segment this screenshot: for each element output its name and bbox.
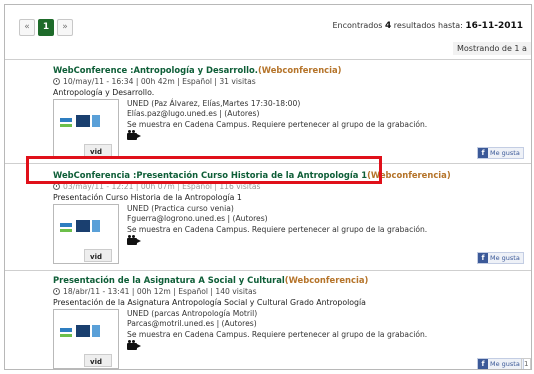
- clock-icon: [53, 288, 60, 295]
- like-count: 1: [521, 358, 531, 369]
- result-email[interactable]: Elías.paz@lugo.uned.es | (Autores): [127, 109, 427, 119]
- clock-icon: [53, 78, 60, 85]
- result-visibility: Se muestra en Cadena Campus. Requiere pe…: [127, 119, 428, 129]
- thumb-caption: vid: [90, 358, 102, 366]
- result-item: Presentación de la Asignatura A Social y…: [53, 275, 523, 369]
- result-item: WebConferencia :Presentación Curso Histo…: [53, 170, 523, 264]
- thumb-graphic: [76, 220, 90, 232]
- result-visibility: Se muestra en Cadena Campus. Requiere pe…: [127, 329, 428, 339]
- video-thumbnail[interactable]: vid: [53, 309, 119, 369]
- thumb-graphic: [92, 115, 100, 127]
- result-title[interactable]: WebConference :Antropología y Desarrollo…: [53, 65, 523, 75]
- thumb-graphic: [60, 118, 72, 122]
- result-owner: UNED (Practica curso venia): [127, 204, 234, 213]
- results-panel: « 1 » Encontrados 4 resultados hasta: 16…: [4, 4, 532, 370]
- result-title[interactable]: Presentación de la Asignatura A Social y…: [53, 275, 523, 285]
- thumb-graphic: [60, 334, 72, 337]
- result-type: (Webconferencia): [367, 170, 451, 180]
- divider: [5, 270, 531, 271]
- result-email[interactable]: Fguerra@logrono.uned.es | (Autores): [127, 214, 427, 224]
- result-description: Presentación Curso Historia de la Antrop…: [53, 193, 242, 202]
- results-header: « 1 » Encontrados 4 resultados hasta: 16…: [5, 5, 531, 55]
- facebook-like-button[interactable]: f Me gusta: [477, 358, 524, 369]
- pagination: « 1 »: [19, 19, 73, 36]
- result-item: WebConference :Antropología y Desarrollo…: [53, 65, 523, 159]
- divider: [5, 163, 531, 164]
- thumb-graphic: [92, 220, 100, 232]
- showing-range: Mostrando de 1 a: [453, 42, 531, 55]
- thumb-graphic: [60, 328, 72, 332]
- prev-page-button[interactable]: «: [19, 19, 35, 36]
- result-details: UNED (Practica curso venia) Fguerra@logr…: [127, 204, 427, 264]
- result-meta: 03/may/11 - 12:21 | 00h 07m | Español | …: [53, 182, 523, 191]
- camera-icon: [127, 235, 141, 246]
- found-count: 4: [384, 21, 392, 31]
- facebook-icon: f: [478, 359, 488, 369]
- result-title-text[interactable]: WebConference :Antropología y Desarrollo…: [53, 65, 258, 75]
- result-details: UNED (Paz Álvarez, Elías,Martes 17:30-18…: [127, 99, 427, 159]
- facebook-like-button[interactable]: f Me gusta: [477, 252, 524, 264]
- result-type: (Webconferencia): [257, 65, 342, 75]
- camera-icon: [127, 340, 141, 351]
- thumb-caption: vid: [90, 148, 102, 156]
- like-label: Me gusta: [490, 360, 520, 368]
- result-owner: UNED (parcas Antropología Motril): [127, 309, 258, 318]
- facebook-icon: f: [478, 253, 488, 263]
- like-label: Me gusta: [490, 254, 520, 262]
- result-meta: 10/may/11 - 16:34 | 00h 42m | Español | …: [53, 77, 523, 86]
- found-prefix: Encontrados: [332, 21, 383, 30]
- divider: [5, 59, 531, 60]
- result-description: Presentación de la Asignatura Antropolog…: [53, 298, 366, 307]
- next-page-button[interactable]: »: [57, 19, 73, 36]
- thumb-graphic: [60, 124, 72, 127]
- page-1-button[interactable]: 1: [38, 19, 54, 36]
- found-mid: resultados hasta:: [393, 21, 463, 30]
- results-count: Encontrados 4 resultados hasta: 16-11-20…: [332, 21, 523, 31]
- thumb-graphic: [60, 229, 72, 232]
- facebook-icon: f: [478, 148, 488, 158]
- facebook-like-button[interactable]: f Me gusta: [477, 147, 524, 159]
- result-title-text[interactable]: Presentación de la Asignatura A Social y…: [53, 275, 285, 285]
- thumb-graphic: [76, 115, 90, 127]
- result-type: (Webconferencia): [284, 275, 369, 285]
- result-owner: UNED (Paz Álvarez, Elías,Martes 17:30-18…: [127, 99, 301, 108]
- thumb-graphic: [76, 325, 90, 337]
- result-visibility: Se muestra en Cadena Campus. Requiere pe…: [127, 224, 428, 234]
- result-meta-text: 03/may/11 - 12:21 | 00h 07m | Español | …: [63, 182, 261, 191]
- thumb-graphic: [92, 325, 100, 337]
- result-details: UNED (parcas Antropología Motril) Parcas…: [127, 309, 427, 369]
- result-title[interactable]: WebConferencia :Presentación Curso Histo…: [53, 170, 523, 180]
- result-meta: 18/abr/11 - 13:41 | 00h 12m | Español | …: [53, 287, 523, 296]
- thumb-caption: vid: [90, 253, 102, 261]
- video-thumbnail[interactable]: vid: [53, 204, 119, 264]
- found-date: 16-11-2011: [465, 21, 523, 31]
- result-meta-text: 18/abr/11 - 13:41 | 00h 12m | Español | …: [63, 287, 257, 296]
- video-thumbnail[interactable]: vid: [53, 99, 119, 159]
- result-description: Antropología y Desarrollo.: [53, 88, 155, 97]
- like-label: Me gusta: [490, 149, 520, 157]
- result-title-text[interactable]: WebConferencia :Presentación Curso Histo…: [53, 170, 367, 180]
- camera-icon: [127, 130, 141, 141]
- thumb-graphic: [60, 223, 72, 227]
- result-meta-text: 10/may/11 - 16:34 | 00h 42m | Español | …: [63, 77, 256, 86]
- result-email[interactable]: Parcas@motril.uned.es | (Autores): [127, 319, 427, 329]
- clock-icon: [53, 183, 60, 190]
